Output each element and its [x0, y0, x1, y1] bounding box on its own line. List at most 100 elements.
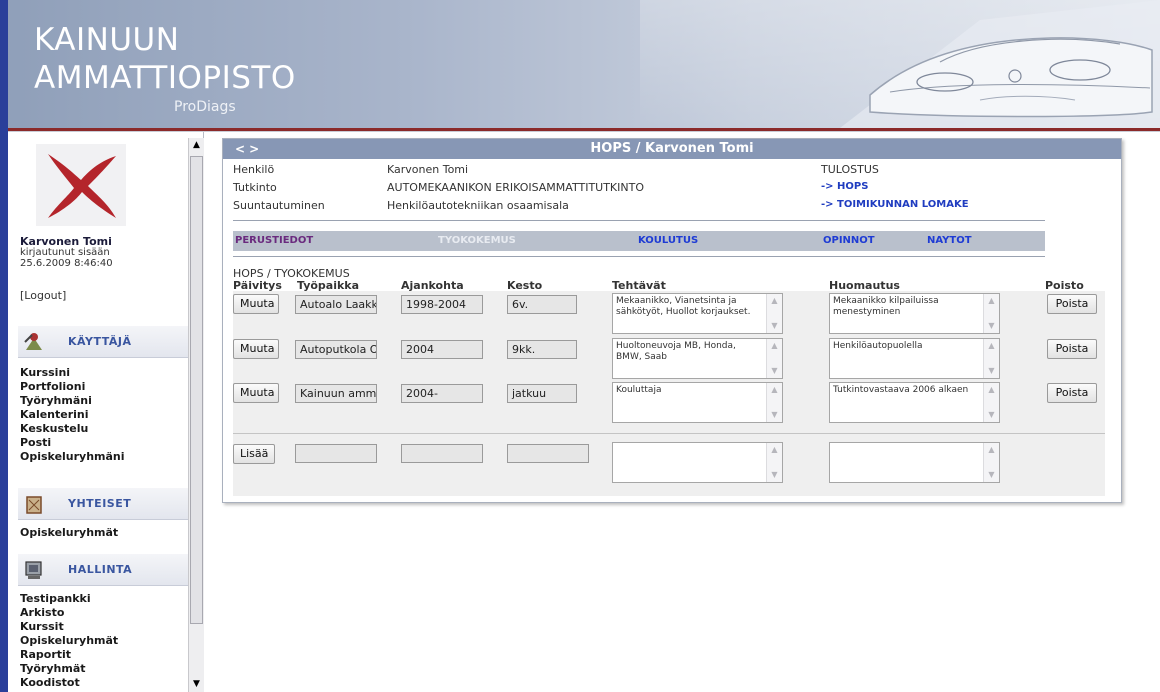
textarea-scrollbar[interactable]: ▲ ▼ — [766, 443, 782, 482]
scroll-up-icon[interactable]: ▲ — [984, 339, 999, 353]
next-arrow-icon[interactable]: > — [249, 142, 263, 156]
tab-koulutus[interactable]: KOULUTUS — [638, 235, 698, 246]
delete-button-row-3[interactable]: Poista — [1047, 383, 1097, 403]
tab-opinnot[interactable]: OPINNOT — [823, 235, 875, 246]
menu-item-opiskeluryhmat[interactable]: Opiskeluryhmät — [20, 526, 118, 540]
edit-button-row-3[interactable]: Muuta — [233, 383, 279, 403]
scroll-down-icon[interactable]: ▼ — [984, 319, 999, 333]
tab-tyokokemus[interactable]: TYOKOKEMUS — [438, 235, 516, 246]
tasks-textarea-row-2[interactable]: Huoltoneuvoja MB, Honda, BMW, Saab ▲ ▼ — [612, 338, 783, 379]
tab-divider — [233, 256, 1045, 257]
duration-field-row-1[interactable]: 6v. — [507, 295, 577, 314]
sidebar-scrollbar[interactable]: ▲ ▼ — [188, 138, 204, 692]
menu-item-portfolioni[interactable]: Portfolioni — [20, 380, 125, 394]
section-title-yhteiset: YHTEISET — [68, 497, 132, 510]
workplace-field-row-1[interactable]: Autoalo Laakk — [295, 295, 377, 314]
note-textarea-row-1[interactable]: Mekaanikko kilpailuissa menestyminen ▲ ▼ — [829, 293, 1000, 334]
left-frame-border — [0, 0, 8, 692]
menu-item-kurssini[interactable]: Kurssini — [20, 366, 125, 380]
scroll-up-icon[interactable]: ▲ — [767, 294, 782, 308]
period-field-row-2[interactable]: 2004 — [401, 340, 483, 359]
menu-item-koodistot[interactable]: Koodistot — [20, 676, 118, 690]
scroll-down-icon[interactable]: ▼ — [767, 364, 782, 378]
textarea-scrollbar[interactable]: ▲ ▼ — [983, 294, 999, 333]
note-textarea-row-2[interactable]: Henkilöautopuolella ▲ ▼ — [829, 338, 1000, 379]
textarea-scrollbar[interactable]: ▲ ▼ — [766, 339, 782, 378]
menu-hallinta: Testipankki Arkisto Kurssit Opiskeluryhm… — [20, 592, 118, 690]
edit-button-row-2[interactable]: Muuta — [233, 339, 279, 359]
menu-item-kalenterini[interactable]: Kalenterini — [20, 408, 125, 422]
info-divider — [233, 220, 1045, 221]
new-row-divider — [233, 433, 1105, 434]
duration-field-row-2[interactable]: 9kk. — [507, 340, 577, 359]
admin-computer-icon — [25, 561, 42, 579]
toimikunta-form-link[interactable]: -> TOIMIKUNNAN LOMAKE — [821, 199, 969, 210]
tasks-textarea-row-3[interactable]: Kouluttaja ▲ ▼ — [612, 382, 783, 423]
suuntautuminen-label: Suuntautuminen — [233, 199, 325, 212]
delete-button-row-1[interactable]: Poista — [1047, 294, 1097, 314]
menu-item-opiskeluryhmani[interactable]: Opiskeluryhmäni — [20, 450, 125, 464]
menu-item-arkisto[interactable]: Arkisto — [20, 606, 118, 620]
new-period-field[interactable] — [401, 444, 483, 463]
section-header-yhteiset[interactable]: YHTEISET — [18, 488, 188, 520]
menu-item-tyoryhmat[interactable]: Työryhmät — [20, 662, 118, 676]
scroll-down-icon[interactable]: ▼ — [984, 468, 999, 482]
period-field-row-3[interactable]: 2004- — [401, 384, 483, 403]
section-header-hallinta[interactable]: HALLINTA — [18, 554, 188, 586]
scroll-up-icon[interactable]: ▲ — [767, 443, 782, 457]
edit-button-row-1[interactable]: Muuta — [233, 294, 279, 314]
scroll-down-icon[interactable]: ▼ — [767, 319, 782, 333]
user-tools-icon — [24, 333, 42, 350]
period-field-row-1[interactable]: 1998-2004 — [401, 295, 483, 314]
tab-naytot[interactable]: NAYTOT — [927, 235, 972, 246]
workplace-field-row-2[interactable]: Autoputkola Oy — [295, 340, 377, 359]
menu-item-posti[interactable]: Posti — [20, 436, 125, 450]
scroll-up-icon[interactable]: ▲ — [984, 294, 999, 308]
col-header-kesto: Kesto — [507, 279, 543, 292]
scroll-up-icon[interactable]: ▲ — [189, 138, 204, 153]
tab-perustiedot[interactable]: PERUSTIEDOT — [235, 235, 313, 246]
menu-item-keskustelu[interactable]: Keskustelu — [20, 422, 125, 436]
note-textarea-row-3[interactable]: Tutkintovastaava 2006 alkaen ▲ ▼ — [829, 382, 1000, 423]
scroll-up-icon[interactable]: ▲ — [984, 443, 999, 457]
prev-arrow-icon[interactable]: < — [235, 142, 249, 156]
scroll-down-icon[interactable]: ▼ — [984, 408, 999, 422]
textarea-scrollbar[interactable]: ▲ ▼ — [983, 443, 999, 482]
new-duration-field[interactable] — [507, 444, 589, 463]
tutkinto-label: Tutkinto — [233, 181, 277, 194]
tasks-textarea-row-1[interactable]: Mekaanikko, Vianetsinta ja sähkötyöt, Hu… — [612, 293, 783, 334]
scroll-down-icon[interactable]: ▼ — [767, 468, 782, 482]
textarea-scrollbar[interactable]: ▲ ▼ — [983, 383, 999, 422]
workplace-field-row-3[interactable]: Kainuun amm — [295, 384, 377, 403]
new-tasks-textarea[interactable]: ▲ ▼ — [612, 442, 783, 483]
scroll-down-icon[interactable]: ▼ — [984, 364, 999, 378]
add-button[interactable]: Lisää — [233, 444, 275, 464]
login-date: 25.6.2009 8:46:40 — [20, 258, 113, 269]
site-header: KAINUUN AMMATTIOPISTO ProDiags — [0, 0, 1160, 128]
scroll-up-icon[interactable]: ▲ — [767, 339, 782, 353]
menu-item-opiskeluryhmat-admin[interactable]: Opiskeluryhmät — [20, 634, 118, 648]
nav-arrows[interactable]: <> — [235, 139, 263, 159]
section-header-kayttaja[interactable]: KÄYTTÄJÄ — [18, 326, 188, 358]
delete-button-row-2[interactable]: Poista — [1047, 339, 1097, 359]
scroll-down-icon[interactable]: ▼ — [767, 408, 782, 422]
textarea-scrollbar[interactable]: ▲ ▼ — [766, 294, 782, 333]
new-workplace-field[interactable] — [295, 444, 377, 463]
col-header-poisto: Poisto — [1045, 279, 1084, 292]
menu-item-kurssit[interactable]: Kurssit — [20, 620, 118, 634]
new-note-textarea[interactable]: ▲ ▼ — [829, 442, 1000, 483]
scroll-up-icon[interactable]: ▲ — [767, 383, 782, 397]
tulostus-label: TULOSTUS — [821, 163, 879, 176]
duration-field-row-3[interactable]: jatkuu — [507, 384, 577, 403]
scroll-up-icon[interactable]: ▲ — [984, 383, 999, 397]
logout-link[interactable]: [Logout] — [20, 289, 66, 302]
textarea-scrollbar[interactable]: ▲ ▼ — [983, 339, 999, 378]
menu-item-raportit[interactable]: Raportit — [20, 648, 118, 662]
scroll-down-icon[interactable]: ▼ — [189, 677, 204, 692]
scroll-thumb[interactable] — [190, 156, 203, 624]
hops-print-link[interactable]: -> HOPS — [821, 181, 868, 192]
menu-item-tyoryhmani[interactable]: Työryhmäni — [20, 394, 125, 408]
textarea-scrollbar[interactable]: ▲ ▼ — [766, 383, 782, 422]
col-header-tehtavat: Tehtävät — [612, 279, 666, 292]
menu-item-testipankki[interactable]: Testipankki — [20, 592, 118, 606]
